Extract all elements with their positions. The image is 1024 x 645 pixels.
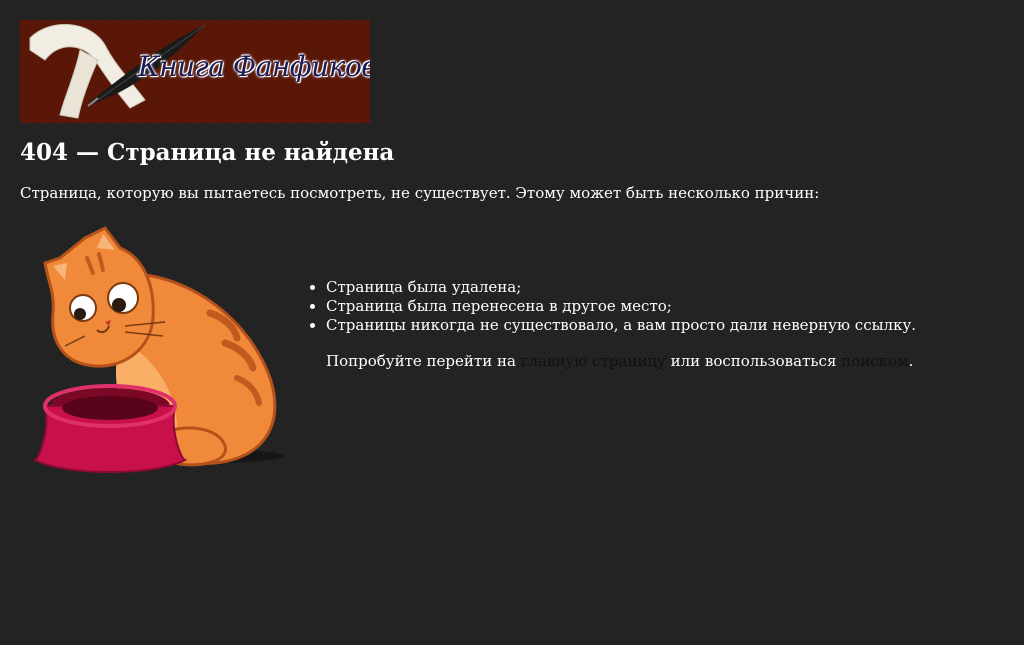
suggestion-middle: или воспользоваться — [665, 352, 842, 370]
suggestion-suffix: . — [908, 352, 914, 370]
suggestion-prefix: Попробуйте перейти на — [326, 352, 521, 370]
suggestion-text: Попробуйте перейти на главную страницу и… — [326, 351, 913, 371]
page-title: 404 — Страница не найдена — [20, 139, 395, 166]
site-logo[interactable]: Книга Фанфиков — [20, 20, 370, 123]
logo-text: Книга Фанфиков — [138, 50, 370, 83]
search-link[interactable]: поиском — [841, 352, 909, 370]
list-item: Страница была удалена; — [326, 278, 916, 297]
list-item: Страницы никогда не существовало, а вам … — [326, 316, 916, 335]
sad-cat-with-bowl-icon — [32, 226, 285, 473]
reasons-list: Страница была удалена; Страница была пер… — [312, 278, 916, 335]
list-item: Страница была перенесена в другое место; — [326, 297, 916, 316]
home-page-link[interactable]: главную страницу — [521, 352, 666, 370]
intro-text: Страница, которую вы пытаетесь посмотрет… — [20, 184, 820, 202]
